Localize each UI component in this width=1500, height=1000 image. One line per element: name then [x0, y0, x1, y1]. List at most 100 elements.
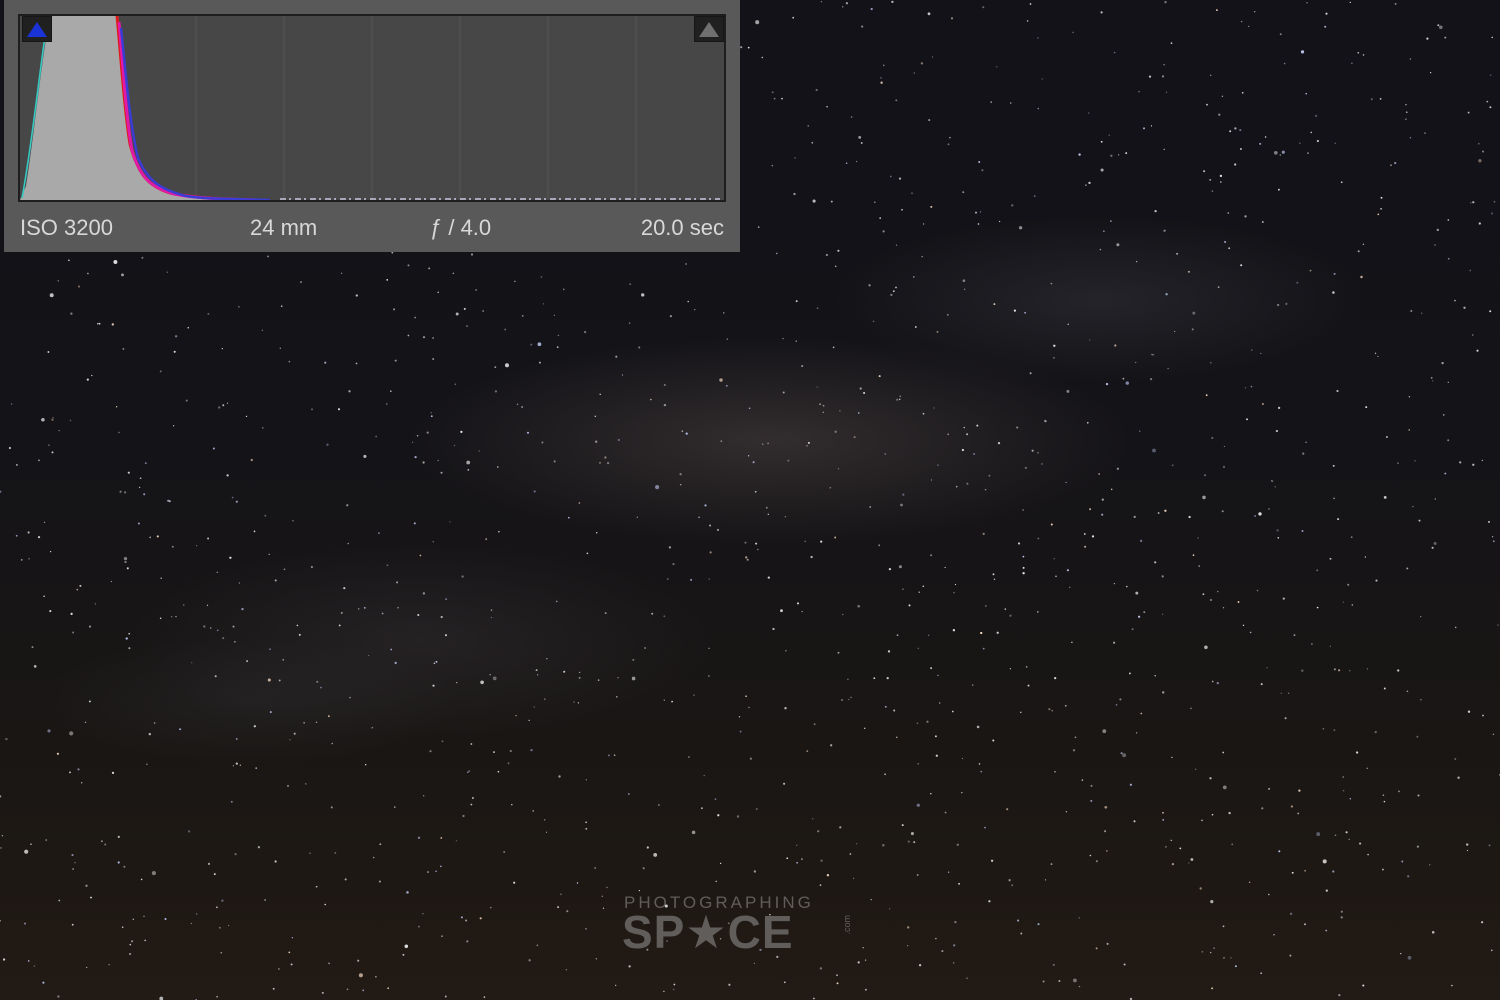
star: [583, 330, 587, 334]
star: [1260, 352, 1262, 355]
star: [1298, 789, 1301, 792]
shadow-clipping-button[interactable]: [22, 16, 52, 42]
star: [283, 568, 286, 571]
star: [1380, 196, 1383, 199]
star: [1481, 921, 1484, 924]
star: [422, 336, 426, 339]
star: [1164, 0, 1167, 4]
star: [1268, 508, 1270, 510]
star: [796, 861, 798, 864]
star: [1037, 451, 1039, 454]
star: [1342, 776, 1345, 778]
star: [1325, 12, 1328, 15]
star: [1100, 168, 1104, 172]
star: [167, 499, 170, 502]
star: [216, 571, 219, 574]
star: [440, 615, 443, 619]
star: [1340, 910, 1343, 913]
star: [1380, 207, 1383, 210]
star: [990, 101, 992, 103]
star: [646, 846, 649, 849]
star: [1284, 717, 1287, 720]
star: [990, 859, 994, 862]
star: [747, 455, 750, 457]
star: [556, 346, 559, 349]
star: [553, 460, 556, 463]
star: [973, 452, 976, 455]
star: [1033, 195, 1036, 197]
star: [1409, 58, 1412, 60]
star: [650, 398, 652, 401]
histogram-graph[interactable]: [18, 14, 726, 202]
star: [58, 899, 61, 902]
star: [70, 312, 73, 315]
star: [918, 964, 922, 967]
star: [537, 342, 542, 347]
star: [378, 880, 381, 883]
star: [937, 464, 939, 466]
watermark-suffix: .com: [842, 915, 852, 935]
star: [1222, 925, 1225, 928]
star: [1244, 215, 1247, 218]
star: [1138, 91, 1140, 93]
star: [411, 441, 414, 443]
star: [1078, 917, 1080, 919]
star: [1176, 252, 1179, 255]
star: [215, 906, 218, 909]
star: [1078, 985, 1081, 988]
star: [1333, 497, 1335, 500]
star: [801, 365, 804, 368]
star: [953, 962, 955, 964]
star: [1125, 585, 1128, 588]
star: [1218, 113, 1221, 116]
star: [1366, 668, 1369, 670]
star: [151, 871, 156, 876]
star: [52, 416, 54, 419]
star: [311, 408, 313, 411]
star: [1274, 486, 1276, 488]
star: [1106, 850, 1108, 852]
star: [615, 984, 617, 987]
star: [274, 860, 277, 863]
star: [1215, 9, 1218, 12]
star: [901, 208, 903, 211]
star: [910, 832, 914, 836]
star: [1434, 244, 1436, 246]
star: [1016, 426, 1019, 429]
star: [1350, 536, 1353, 539]
star: [113, 260, 118, 264]
star: [1234, 127, 1237, 130]
highlight-clipping-button[interactable]: [694, 16, 724, 42]
star: [269, 648, 271, 650]
star: [394, 359, 397, 362]
star: [371, 726, 374, 729]
star: [1454, 758, 1457, 760]
star: [754, 490, 757, 493]
star: [1409, 136, 1412, 139]
star: [1364, 556, 1367, 558]
star: [895, 244, 898, 246]
star: [85, 884, 88, 887]
star: [882, 843, 885, 847]
star: [954, 920, 957, 924]
star: [153, 722, 156, 724]
star: [1191, 328, 1194, 331]
star: [1201, 819, 1203, 822]
star: [1069, 586, 1071, 588]
star: [745, 556, 748, 559]
star: [128, 647, 131, 650]
star: [213, 873, 216, 876]
star: [1334, 142, 1336, 145]
star: [767, 576, 770, 579]
star: [69, 771, 71, 774]
star: [855, 160, 858, 163]
star: [913, 72, 916, 74]
star: [607, 754, 610, 757]
star: [1101, 498, 1104, 501]
star: [309, 852, 311, 854]
star: [146, 763, 148, 766]
star: [429, 750, 432, 753]
star: [1202, 495, 1206, 500]
star: [1072, 31, 1074, 33]
star: [755, 542, 758, 545]
